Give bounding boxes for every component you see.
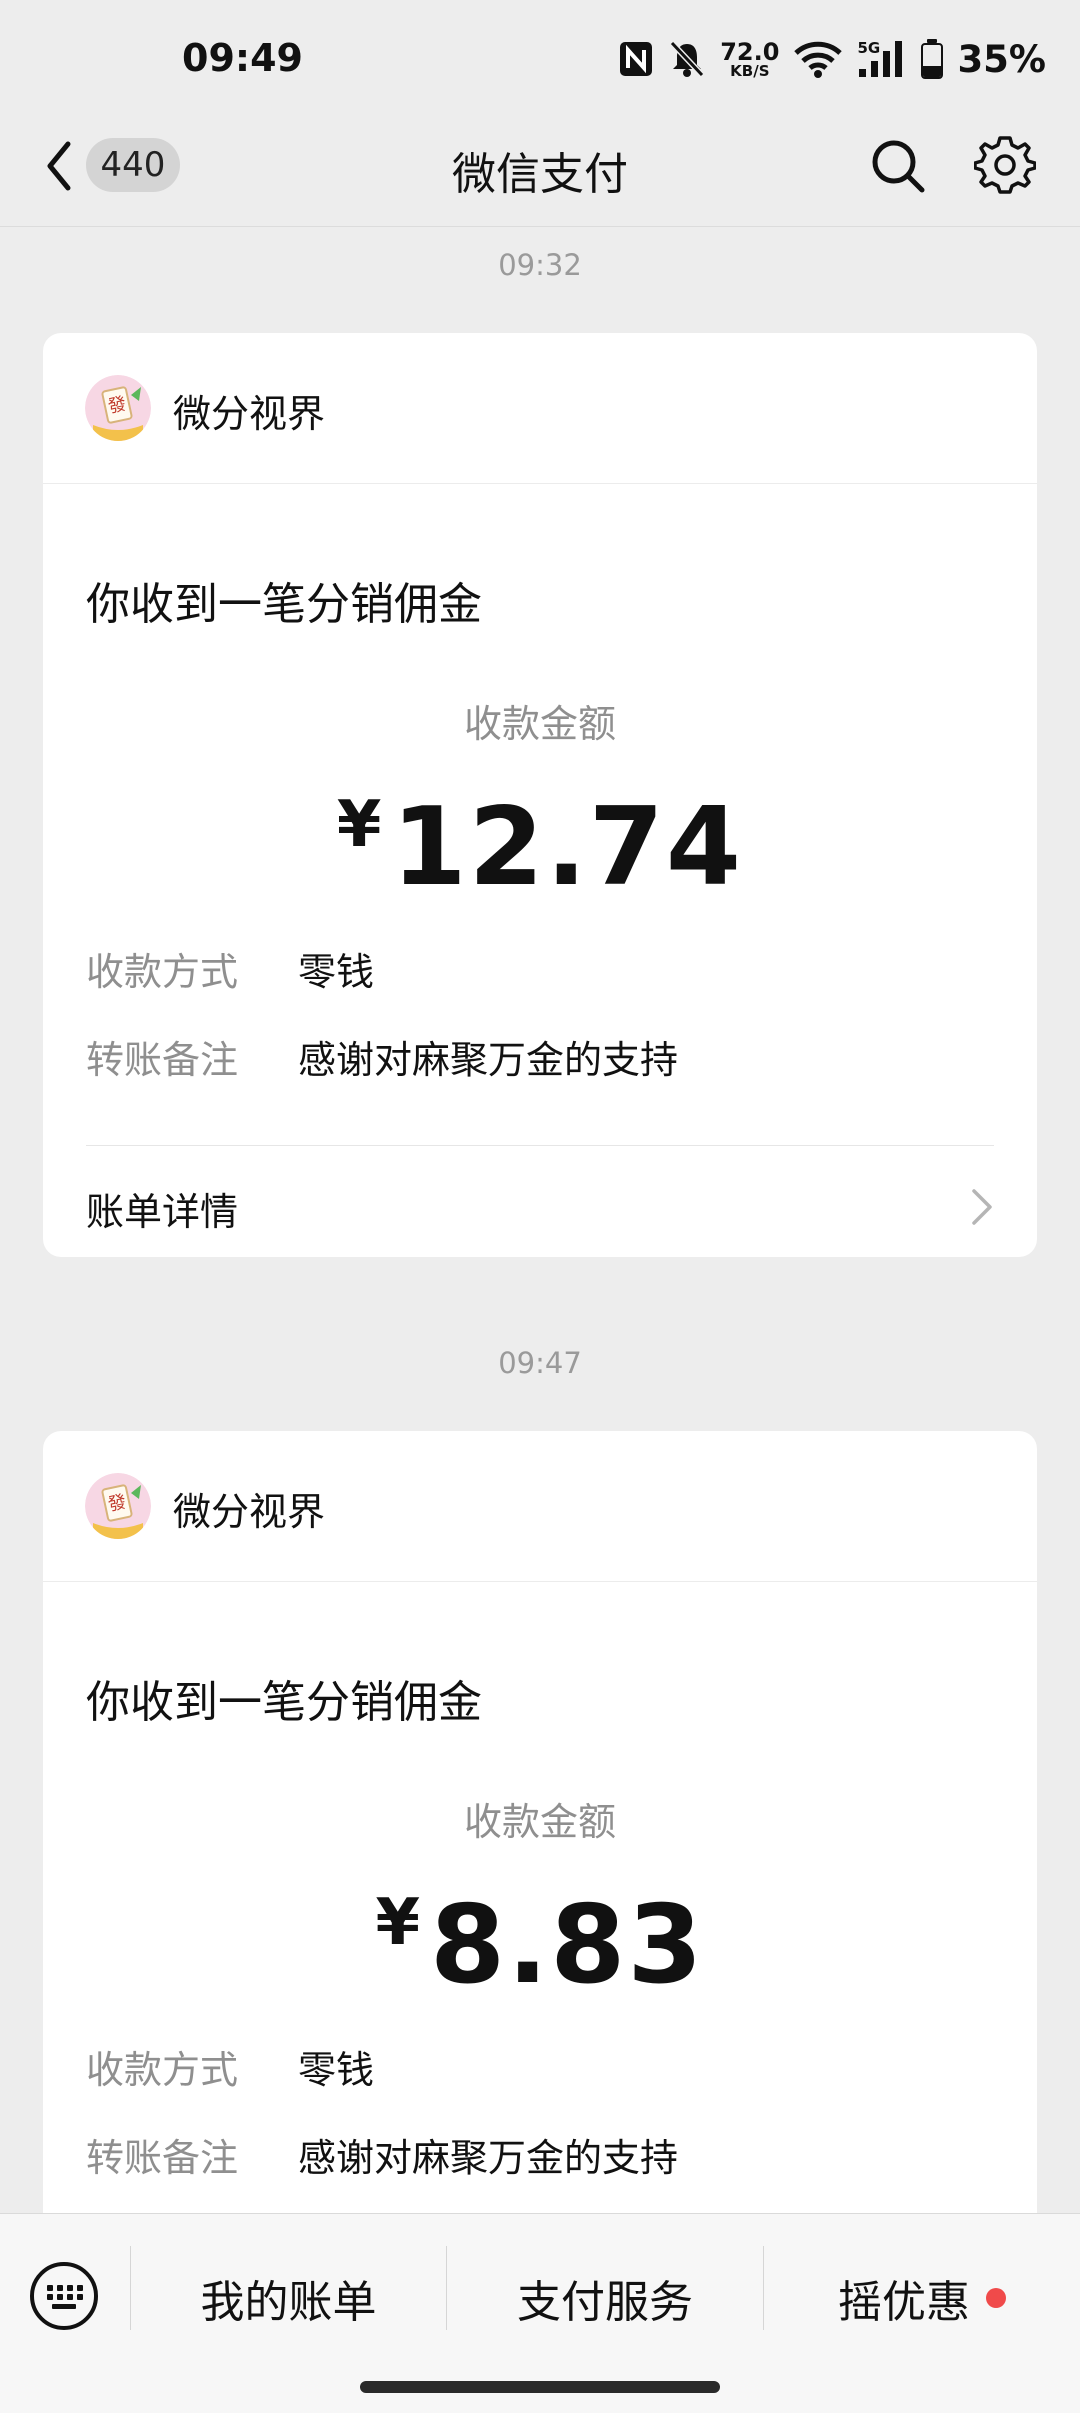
message-timestamp: 09:32 <box>498 248 582 282</box>
message-timestamp: 09:47 <box>498 1346 582 1380</box>
mahjong-avatar-icon: 發 <box>85 1473 151 1539</box>
network-speed: 72.0 KB/S <box>720 40 779 79</box>
payment-card[interactable]: 發 微分视界 你收到一笔分销佣金 收款金额 ¥8.83 收款方式 零钱 转账备注… <box>43 1431 1037 2331</box>
transfer-note-label: 转账备注 <box>86 1038 239 1082</box>
network-speed-unit: KB/S <box>730 61 770 80</box>
transfer-note-row: 转账备注 感谢对麻聚万金的支持 <box>86 1029 678 1084</box>
payment-method-label: 收款方式 <box>86 2048 239 2092</box>
notification-dot <box>986 2288 1006 2308</box>
card-title: 你收到一笔分销佣金 <box>86 1677 482 1728</box>
bill-detail-label: 账单详情 <box>86 1190 239 1234</box>
battery-icon <box>921 39 944 79</box>
gear-icon[interactable] <box>974 134 1036 196</box>
avatar[interactable]: 發 <box>85 1473 151 1539</box>
sender-name: 微分视界 <box>173 392 326 436</box>
nfc-icon <box>620 42 653 76</box>
transfer-note-label: 转账备注 <box>86 2136 239 2180</box>
transfer-note-value: 感谢对麻聚万金的支持 <box>298 1038 679 1082</box>
bell-muted-icon <box>670 40 705 78</box>
payment-method-value: 零钱 <box>298 2048 375 2092</box>
menu-my-bills-label: 我的账单 <box>200 2277 377 2328</box>
menu-payment-services-label: 支付服务 <box>517 2277 693 2328</box>
chevron-right-icon <box>972 1189 992 1225</box>
amount-label: 收款金额 <box>463 1800 616 1844</box>
network-speed-value: 72.0 <box>720 37 780 66</box>
nav-bar: 440 微信支付 <box>0 110 1080 227</box>
signal-icon: 5G <box>857 39 907 79</box>
avatar[interactable]: 發 <box>85 375 151 441</box>
battery-percent: 35% <box>957 37 1046 81</box>
amount: ¥12.74 <box>43 785 1037 910</box>
battery-fill <box>923 65 942 77</box>
mahjong-avatar-icon: 發 <box>85 375 151 441</box>
bottom-menu-bar: 我的账单 支付服务 摇优惠 <box>0 2213 1080 2413</box>
currency-symbol: ¥ <box>375 1886 421 1960</box>
home-indicator[interactable] <box>360 2381 720 2393</box>
status-bar: 09:49 72.0 KB/S 5G 35% <box>0 0 1080 110</box>
payment-method-row: 收款方式 零钱 <box>86 941 374 996</box>
divider <box>86 1145 994 1146</box>
card-header: 發 微分视界 <box>43 333 1037 484</box>
bill-detail-link[interactable]: 账单详情 <box>86 1155 994 1255</box>
menu-payment-services[interactable]: 支付服务 <box>447 2258 763 2338</box>
status-icons: 72.0 KB/S 5G 35% <box>618 34 1046 84</box>
currency-symbol: ¥ <box>336 788 382 862</box>
keyboard-icon[interactable] <box>28 2260 100 2332</box>
sender-name: 微分视界 <box>173 1490 326 1534</box>
wifi-icon <box>794 41 843 78</box>
amount: ¥8.83 <box>43 1883 1037 2008</box>
status-time: 09:49 <box>182 36 303 80</box>
transfer-note-row: 转账备注 感谢对麻聚万金的支持 <box>86 2127 678 2182</box>
menu-shake-offers-label: 摇优惠 <box>838 2277 970 2328</box>
menu-my-bills[interactable]: 我的账单 <box>131 2258 446 2338</box>
card-title: 你收到一笔分销佣金 <box>86 579 482 630</box>
transfer-note-value: 感谢对麻聚万金的支持 <box>298 2136 679 2180</box>
payment-method-row: 收款方式 零钱 <box>86 2039 374 2094</box>
amount-label: 收款金额 <box>463 702 616 746</box>
amount-value: 8.83 <box>430 1883 705 2008</box>
payment-method-label: 收款方式 <box>86 950 239 994</box>
card-header: 發 微分视界 <box>43 1431 1037 1582</box>
payment-method-value: 零钱 <box>298 950 375 994</box>
search-icon[interactable] <box>868 136 928 196</box>
menu-shake-offers[interactable]: 摇优惠 <box>764 2258 1080 2338</box>
amount-value: 12.74 <box>391 785 744 910</box>
payment-card[interactable]: 發 微分视界 你收到一笔分销佣金 收款金额 ¥12.74 收款方式 零钱 转账备… <box>43 333 1037 1257</box>
